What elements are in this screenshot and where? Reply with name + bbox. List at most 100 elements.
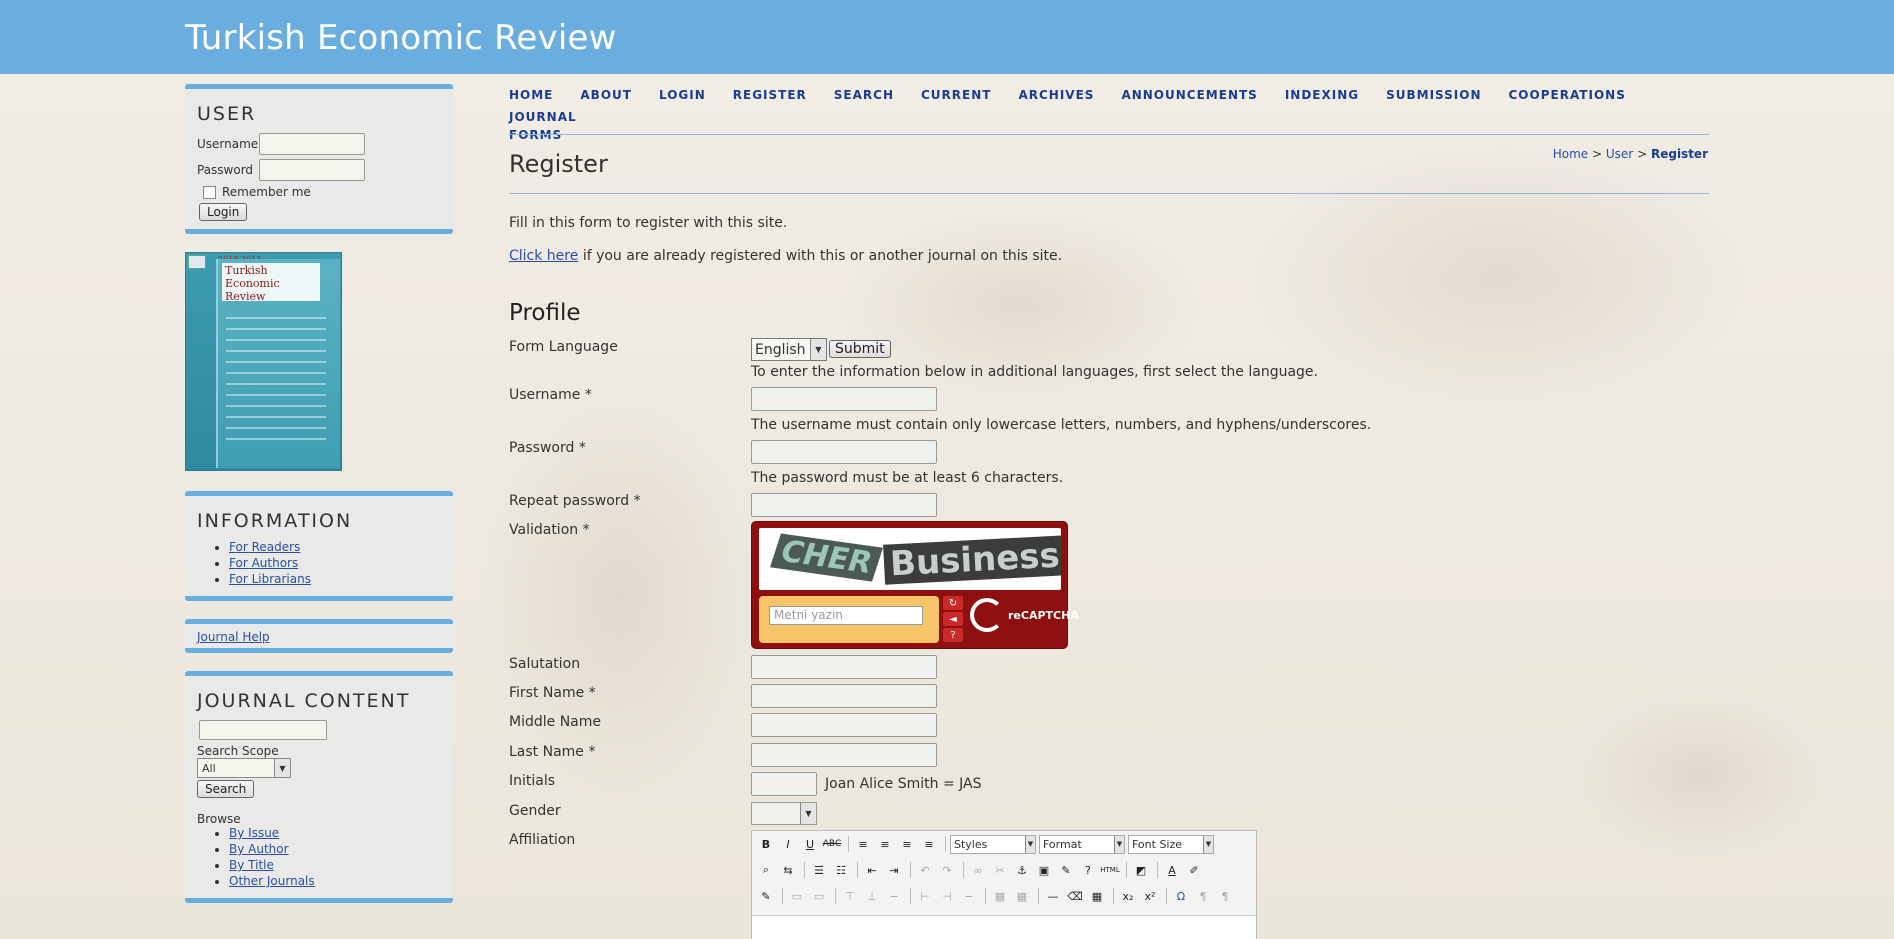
superscript-icon[interactable]: x² bbox=[1140, 886, 1160, 906]
highlight-color-icon[interactable]: ✐ bbox=[1184, 860, 1204, 880]
for-authors-link[interactable]: For Authors bbox=[229, 556, 298, 570]
nav-archives[interactable]: ARCHIVES bbox=[1018, 86, 1094, 104]
cleanup-icon[interactable]: ✎ bbox=[1056, 860, 1076, 880]
initials-input[interactable] bbox=[751, 772, 817, 796]
nav-submission[interactable]: SUBMISSION bbox=[1386, 86, 1481, 104]
click-here-link[interactable]: Click here bbox=[509, 248, 578, 264]
form-language-select[interactable]: English ▼ bbox=[751, 338, 827, 361]
login-button[interactable]: Login bbox=[199, 203, 248, 221]
subscript-icon[interactable]: x₂ bbox=[1118, 886, 1138, 906]
delete-col-icon[interactable]: − bbox=[959, 886, 979, 906]
replace-icon[interactable]: ⇆ bbox=[778, 860, 798, 880]
table-icon[interactable]: ▦ bbox=[1087, 886, 1107, 906]
insert-row-before-icon[interactable]: ⊤ bbox=[840, 886, 860, 906]
image-icon[interactable]: ▣ bbox=[1034, 860, 1054, 880]
special-char-icon[interactable]: Ω bbox=[1171, 886, 1191, 906]
middle-name-label: Middle Name bbox=[509, 714, 601, 730]
preview-icon[interactable]: ◩ bbox=[1131, 860, 1151, 880]
first-name-input[interactable] bbox=[751, 684, 937, 708]
nav-about[interactable]: ABOUT bbox=[580, 86, 632, 104]
information-title: INFORMATION bbox=[197, 510, 353, 532]
link-icon[interactable]: ∞ bbox=[968, 860, 988, 880]
help-icon[interactable]: ? bbox=[943, 628, 963, 642]
middle-name-input[interactable] bbox=[751, 713, 937, 737]
refresh-icon[interactable]: ↻ bbox=[943, 596, 963, 610]
delete-row-icon[interactable]: − bbox=[884, 886, 904, 906]
username-input[interactable] bbox=[751, 387, 937, 411]
horizontal-rule-icon[interactable]: — bbox=[1043, 886, 1063, 906]
nav-announcements[interactable]: ANNOUNCEMENTS bbox=[1121, 86, 1257, 104]
insert-row-after-icon[interactable]: ⊥ bbox=[862, 886, 882, 906]
repeat-password-input[interactable] bbox=[751, 493, 937, 517]
merge-cells-icon[interactable]: ▦ bbox=[1012, 886, 1032, 906]
bullet-list-icon[interactable]: ☰ bbox=[809, 860, 829, 880]
remember-me-checkbox[interactable] bbox=[203, 185, 216, 199]
font-size-select[interactable]: Font Size ▼ bbox=[1128, 834, 1214, 854]
find-icon[interactable]: ⌕ bbox=[756, 860, 776, 880]
captcha-response-input[interactable]: Metni yazın bbox=[769, 606, 923, 625]
unlink-icon[interactable]: ✂ bbox=[990, 860, 1010, 880]
by-issue-link[interactable]: By Issue bbox=[229, 826, 279, 840]
password-input[interactable] bbox=[751, 440, 937, 464]
journal-help-link[interactable]: Journal Help bbox=[197, 630, 270, 644]
align-left-icon[interactable]: ≡ bbox=[853, 834, 873, 854]
html-icon[interactable]: HTML bbox=[1100, 860, 1120, 880]
nav-home[interactable]: HOME bbox=[509, 86, 553, 104]
styles-select[interactable]: Styles ▼ bbox=[950, 834, 1036, 854]
by-author-link[interactable]: By Author bbox=[229, 842, 289, 856]
split-cells-icon[interactable]: ▦ bbox=[990, 886, 1010, 906]
numbered-list-icon[interactable]: ☷ bbox=[831, 860, 851, 880]
align-right-icon[interactable]: ≡ bbox=[897, 834, 917, 854]
insert-col-after-icon[interactable]: ⊣ bbox=[937, 886, 957, 906]
salutation-input[interactable] bbox=[751, 655, 937, 679]
underline-icon[interactable]: U bbox=[800, 834, 820, 854]
anchor-icon[interactable]: ⚓ bbox=[1012, 860, 1032, 880]
font-color-icon[interactable]: A bbox=[1162, 860, 1182, 880]
sidebar-username-input[interactable] bbox=[259, 133, 365, 155]
journal-cover-image[interactable]: 2018 2013 Turkish Economic Review bbox=[185, 252, 342, 471]
ltr-icon[interactable]: ¶ bbox=[1193, 886, 1213, 906]
indent-icon[interactable]: ⇥ bbox=[884, 860, 904, 880]
rtl-icon[interactable]: ¶ bbox=[1215, 886, 1235, 906]
italic-icon[interactable]: I bbox=[778, 834, 798, 854]
remove-format-icon[interactable]: ⌫ bbox=[1065, 886, 1085, 906]
nav-register[interactable]: REGISTER bbox=[733, 86, 807, 104]
for-readers-link[interactable]: For Readers bbox=[229, 540, 300, 554]
audio-icon[interactable]: ◄ bbox=[943, 612, 963, 626]
gender-select[interactable]: ▼ bbox=[751, 802, 817, 825]
other-journals-link[interactable]: Other Journals bbox=[229, 874, 315, 888]
breadcrumb-current[interactable]: Register bbox=[1651, 147, 1708, 161]
edit-icon[interactable]: ✎ bbox=[756, 886, 776, 906]
search-scope-select[interactable]: All ▼ bbox=[197, 758, 291, 778]
nav-search[interactable]: SEARCH bbox=[834, 86, 894, 104]
row-props-icon[interactable]: ▭ bbox=[787, 886, 807, 906]
align-justify-icon[interactable]: ≡ bbox=[919, 834, 939, 854]
nav-login[interactable]: LOGIN bbox=[659, 86, 706, 104]
affiliation-editor-body[interactable] bbox=[752, 915, 1256, 939]
search-button[interactable]: Search bbox=[197, 780, 255, 798]
strikethrough-icon[interactable]: ABC bbox=[822, 834, 842, 854]
cell-props-icon[interactable]: ▭ bbox=[809, 886, 829, 906]
undo-icon[interactable]: ↶ bbox=[915, 860, 935, 880]
insert-col-before-icon[interactable]: ⊢ bbox=[915, 886, 935, 906]
bold-icon[interactable]: B bbox=[756, 834, 776, 854]
by-title-link[interactable]: By Title bbox=[229, 858, 274, 872]
breadcrumb-home[interactable]: Home bbox=[1553, 147, 1588, 161]
redo-icon[interactable]: ↷ bbox=[937, 860, 957, 880]
breadcrumb-user[interactable]: User bbox=[1606, 147, 1633, 161]
outdent-icon[interactable]: ⇤ bbox=[862, 860, 882, 880]
journal-search-input[interactable] bbox=[199, 720, 327, 740]
sidebar-password-input[interactable] bbox=[259, 159, 365, 181]
site-title[interactable]: Turkish Economic Review bbox=[185, 18, 617, 58]
for-librarians-link[interactable]: For Librarians bbox=[229, 572, 311, 586]
align-center-icon[interactable]: ≡ bbox=[875, 834, 895, 854]
nav-cooperations[interactable]: COOPERATIONS bbox=[1509, 86, 1626, 104]
nav-indexing[interactable]: INDEXING bbox=[1285, 86, 1359, 104]
format-select[interactable]: Format ▼ bbox=[1039, 834, 1125, 854]
last-name-input[interactable] bbox=[751, 743, 937, 767]
gender-label: Gender bbox=[509, 803, 561, 819]
nav-journal-forms[interactable]: JOURNAL FORMS bbox=[509, 108, 576, 144]
nav-current[interactable]: CURRENT bbox=[921, 86, 991, 104]
submit-button[interactable]: Submit bbox=[829, 340, 891, 358]
help-icon[interactable]: ? bbox=[1078, 860, 1098, 880]
